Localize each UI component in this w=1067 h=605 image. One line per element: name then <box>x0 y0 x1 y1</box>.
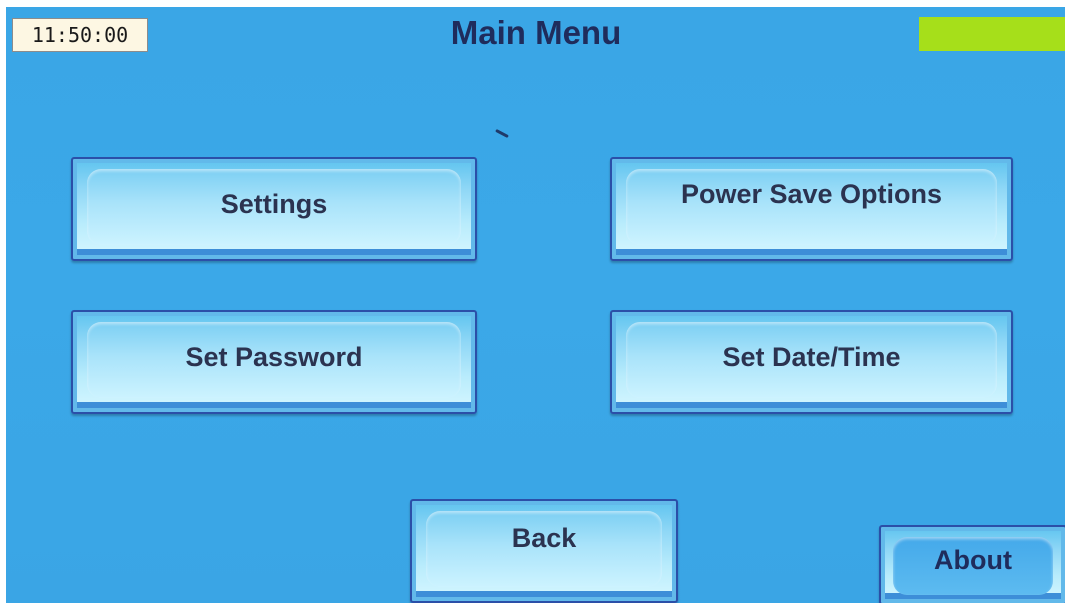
settings-button[interactable]: Settings <box>71 157 477 261</box>
settings-button-label: Settings <box>220 189 328 219</box>
set-date-time-button[interactable]: Set Date/Time <box>610 310 1013 414</box>
power-save-options-button[interactable]: Power Save Options <box>610 157 1013 261</box>
power-save-options-button-label: Power Save Options <box>680 179 943 209</box>
page-title: Main Menu <box>450 14 622 51</box>
about-button[interactable]: About <box>879 525 1065 603</box>
about-button-label: About <box>934 545 1012 575</box>
set-password-button-label: Set Password <box>185 342 363 372</box>
touchscreen-display: 11:50:00 Main Menu Settings Power Save O… <box>6 7 1065 603</box>
set-date-time-button-label: Set Date/Time <box>722 342 901 372</box>
back-button[interactable]: Back <box>410 499 678 603</box>
set-password-button[interactable]: Set Password <box>71 310 477 414</box>
back-button-label: Back <box>511 523 577 553</box>
battery-indicator <box>919 17 1065 51</box>
clock-display: 11:50:00 <box>12 18 148 52</box>
screen-speck <box>495 128 509 139</box>
